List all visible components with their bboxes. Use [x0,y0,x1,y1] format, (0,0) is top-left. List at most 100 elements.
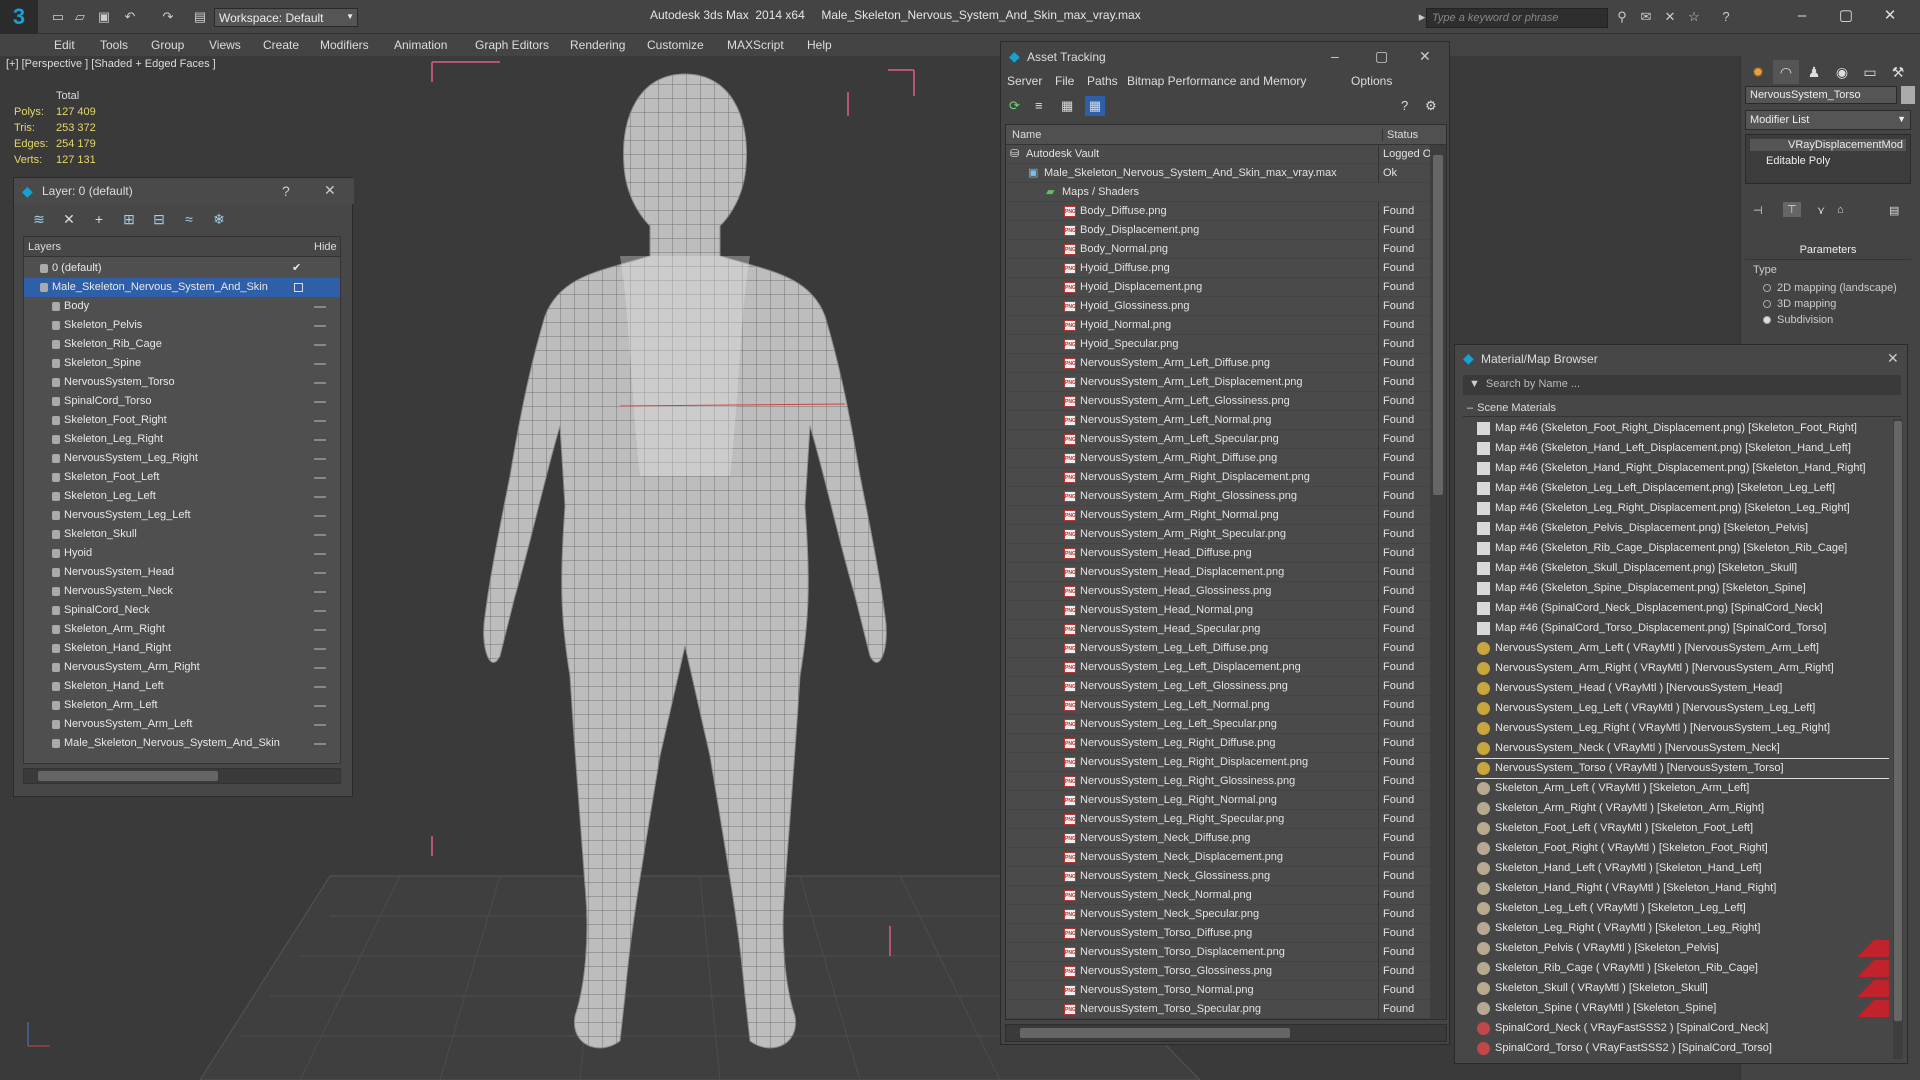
layer-row[interactable]: Skeleton_Spine [24,354,340,373]
asset-horizontal-scrollbar[interactable] [1005,1024,1447,1042]
show-end-result-icon[interactable]: ⊤ [1783,202,1801,217]
hide-toggle[interactable] [314,325,326,327]
scroll-thumb[interactable] [1433,155,1443,495]
hide-toggle[interactable] [314,458,326,460]
configure-sets-icon[interactable]: ▤ [1889,204,1899,217]
material-vertical-scrollbar[interactable] [1893,419,1903,1059]
asset-titlebar[interactable]: ◆ Asset Tracking – ▢ ✕ [1001,42,1451,70]
hide-toggle[interactable] [314,553,326,555]
layer-row[interactable]: NervousSystem_Leg_Left [24,506,340,525]
material-row[interactable]: SpinalCord_Torso ( VRayFastSSS2 ) [Spina… [1475,1039,1889,1058]
material-row[interactable]: Skeleton_Foot_Left ( VRayMtl ) [Skeleton… [1475,819,1889,838]
column-status[interactable]: Status [1382,129,1418,141]
material-row[interactable]: NervousSystem_Arm_Left ( VRayMtl ) [Nerv… [1475,639,1889,658]
asset-row[interactable]: PNG NervousSystem_Torso_Displacement.png F… [1006,943,1430,962]
open-file-icon[interactable]: ▱ [72,9,88,25]
asset-row[interactable]: PNG NervousSystem_Leg_Left_Displacement.p… [1006,658,1430,677]
layer-horizontal-scrollbar[interactable] [23,768,341,784]
layer-row[interactable]: Skeleton_Leg_Right [24,430,340,449]
asset-menu-server[interactable]: Server [1007,74,1042,88]
context-help-icon[interactable]: ⚙ [1425,98,1437,114]
material-row[interactable]: Map #46 (SpinalCord_Torso_Displacement.p… [1475,619,1889,638]
asset-row[interactable]: PNG NervousSystem_Leg_Left_Diffuse.png Fou… [1006,639,1430,658]
layer-row[interactable]: NervousSystem_Head [24,563,340,582]
object-color-swatch[interactable] [1901,86,1915,104]
grid-view-icon[interactable]: ▦ [1085,96,1105,116]
asset-row[interactable]: PNG NervousSystem_Arm_Right_Glossiness.pn… [1006,487,1430,506]
layer-row[interactable]: Male_Skeleton_Nervous_System_And_Skin [24,278,340,297]
layer-row[interactable]: Skeleton_Skull [24,525,340,544]
asset-row[interactable]: PNG NervousSystem_Neck_Normal.png Found [1006,886,1430,905]
close-icon[interactable]: ✕ [1887,350,1899,367]
asset-row[interactable]: PNG Hyoid_Diffuse.png Found [1006,259,1430,278]
asset-row[interactable]: PNG NervousSystem_Leg_Right_Normal.png Fou… [1006,791,1430,810]
layer-row[interactable]: Skeleton_Rib_Cage [24,335,340,354]
pin-stack-icon[interactable]: ⊣ [1753,204,1763,217]
modify-tab-icon[interactable]: ◠ [1773,60,1799,84]
remove-modifier-icon[interactable]: ⌂ [1837,204,1844,216]
create-layer-icon[interactable]: ≋ [28,208,50,230]
material-row[interactable]: NervousSystem_Head ( VRayMtl ) [NervousS… [1475,679,1889,698]
hide-toggle[interactable] [314,420,326,422]
hold-icon[interactable]: ▤ [192,9,208,25]
modifier-list-dropdown[interactable]: Modifier List ▼ [1745,110,1911,130]
layer-row[interactable]: Skeleton_Arm_Right [24,620,340,639]
close-icon[interactable]: ✕ [1419,48,1431,65]
stack-item-vraydisplacement[interactable]: VRayDisplacementMod [1750,139,1906,151]
hide-toggle[interactable] [314,572,326,574]
menu-edit[interactable]: Edit [54,38,75,52]
close-icon[interactable]: ✕ [1870,4,1910,28]
save-icon[interactable]: ▣ [96,9,112,25]
asset-row[interactable]: PNG NervousSystem_Arm_Right_Specular.png F… [1006,525,1430,544]
minimize-icon[interactable]: – [1782,4,1822,28]
material-row[interactable]: Skeleton_Hand_Right ( VRayMtl ) [Skeleto… [1475,879,1889,898]
column-layers[interactable]: Layers [28,241,61,253]
asset-row[interactable]: PNG NervousSystem_Leg_Left_Normal.png Foun… [1006,696,1430,715]
material-row[interactable]: Map #46 (Skeleton_Skull_Displacement.png… [1475,559,1889,578]
material-row[interactable]: NervousSystem_Neck ( VRayMtl ) [NervousS… [1475,739,1889,758]
layer-row[interactable]: Skeleton_Hand_Left [24,677,340,696]
help-icon[interactable]: ? [1718,9,1734,25]
redo-icon[interactable]: ↷ [160,9,176,25]
binoculars-icon[interactable]: ⚲ [1614,9,1630,25]
new-file-icon[interactable]: ▭ [50,9,66,25]
minimize-icon[interactable]: – [1331,48,1339,64]
hide-toggle[interactable] [314,306,326,308]
scroll-thumb[interactable] [1894,421,1902,1021]
material-row[interactable]: Map #46 (Skeleton_Foot_Right_Displacemen… [1475,419,1889,438]
asset-row[interactable]: PNG NervousSystem_Torso_Glossiness.png Fou… [1006,962,1430,981]
material-browser-titlebar[interactable]: ◆ Material/Map Browser ✕ [1455,345,1909,371]
asset-row[interactable]: PNG NervousSystem_Head_Specular.png Found [1006,620,1430,639]
material-row[interactable]: Skeleton_Pelvis ( VRayMtl ) [Skeleton_Pe… [1475,939,1889,958]
asset-row[interactable]: PNG NervousSystem_Leg_Right_Glossiness.pn… [1006,772,1430,791]
material-row[interactable]: Skeleton_Arm_Right ( VRayMtl ) [Skeleton… [1475,799,1889,818]
menu-modifiers[interactable]: Modifiers [320,38,369,52]
close-icon[interactable]: ✕ [324,182,336,199]
menu-customize[interactable]: Customize [647,38,704,52]
asset-row[interactable]: PNG NervousSystem_Arm_Left_Glossiness.png… [1006,392,1430,411]
maximize-icon[interactable]: ▢ [1375,48,1388,65]
material-row[interactable]: Skeleton_Spine ( VRayMtl ) [Skeleton_Spi… [1475,999,1889,1018]
material-row[interactable]: NervousSystem_Leg_Left ( VRayMtl ) [Nerv… [1475,699,1889,718]
viewport-label[interactable]: [+] [Perspective ] [Shaded + Edged Faces… [6,58,216,70]
asset-row[interactable]: PNG NervousSystem_Torso_Diffuse.png Found [1006,924,1430,943]
hierarchy-tab-icon[interactable]: ♟ [1801,60,1827,84]
asset-row[interactable]: PNG Hyoid_Normal.png Found [1006,316,1430,335]
undo-icon[interactable]: ↶ [122,9,138,25]
asset-row[interactable]: PNG Hyoid_Displacement.png Found [1006,278,1430,297]
hide-checkbox[interactable] [294,283,303,292]
exchange-icon[interactable]: ✕ [1662,9,1678,25]
menu-tools[interactable]: Tools [100,38,128,52]
asset-vertical-scrollbar[interactable] [1430,145,1446,1019]
asset-row[interactable]: PNG NervousSystem_Neck_Displacement.png Fo… [1006,848,1430,867]
layer-row[interactable]: Skeleton_Foot_Right [24,411,340,430]
layer-row[interactable]: NervousSystem_Leg_Right [24,449,340,468]
hide-toggle[interactable] [314,629,326,631]
asset-menu-paths[interactable]: Paths [1087,74,1118,88]
material-row[interactable]: Map #46 (Skeleton_Leg_Right_Displacement… [1475,499,1889,518]
asset-row[interactable]: PNG Hyoid_Specular.png Found [1006,335,1430,354]
material-row[interactable]: Map #46 (Skeleton_Pelvis_Displacement.pn… [1475,519,1889,538]
layer-row[interactable]: NervousSystem_Neck [24,582,340,601]
material-row[interactable]: NervousSystem_Arm_Right ( VRayMtl ) [Ner… [1475,659,1889,678]
asset-row[interactable]: PNG NervousSystem_Leg_Right_Diffuse.png Fo… [1006,734,1430,753]
